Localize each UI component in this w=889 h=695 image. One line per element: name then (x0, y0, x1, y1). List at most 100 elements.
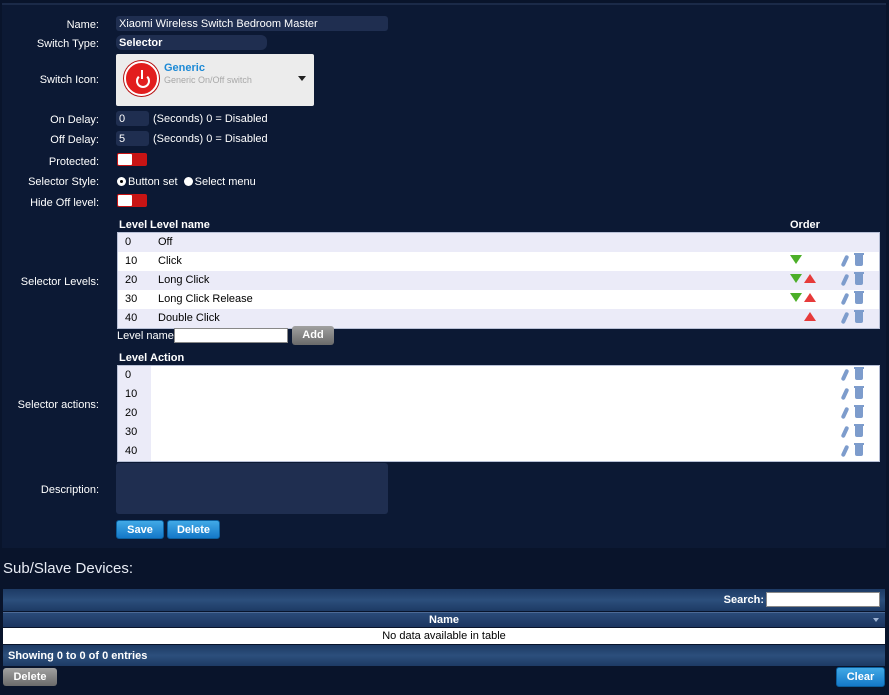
action-level: 20 (125, 407, 138, 419)
move-up-icon[interactable] (804, 293, 816, 302)
column-name-label: Name (429, 614, 459, 626)
level-value: 0 (125, 236, 132, 248)
level-name: Click (158, 255, 182, 267)
on-delay-note: (Seconds) 0 = Disabled (153, 113, 268, 125)
off-delay-label: Off Delay: (50, 134, 99, 146)
icon-subtitle: Generic On/Off switch (164, 75, 252, 85)
sub-delete-button[interactable]: Delete (3, 668, 57, 686)
add-level-button[interactable]: Add (292, 326, 334, 345)
move-up-icon[interactable] (804, 312, 816, 321)
power-icon (124, 61, 159, 96)
action-level: 0 (125, 369, 132, 381)
table-row: 30 (118, 423, 879, 442)
trash-icon[interactable] (854, 272, 864, 285)
switch-icon-label: Switch Icon: (39, 74, 99, 86)
edit-icon[interactable] (840, 311, 850, 325)
selector-levels-label: Selector Levels: (20, 276, 99, 288)
level-value: 30 (125, 293, 138, 305)
switch-icon-select[interactable]: Generic Generic On/Off switch (116, 54, 314, 106)
sub-devices-title: Sub/Slave Devices: (3, 560, 134, 577)
level-value: 20 (125, 274, 138, 286)
device-edit-panel: Name: Xiaomi Wireless Switch Bedroom Mas… (2, 3, 886, 548)
name-input[interactable]: Xiaomi Wireless Switch Bedroom Master (116, 16, 388, 31)
edit-icon[interactable] (840, 368, 850, 382)
edit-icon[interactable] (840, 387, 850, 401)
levels-col-order: Order (790, 219, 820, 231)
edit-icon[interactable] (840, 425, 850, 439)
description-textarea[interactable] (116, 463, 388, 514)
table-row: 30 Long Click Release (118, 290, 879, 309)
search-label: Search: (723, 594, 764, 606)
protected-toggle[interactable] (117, 153, 147, 166)
table-info: Showing 0 to 0 of 0 entries (8, 650, 148, 662)
clear-button[interactable]: Clear (836, 667, 885, 687)
level-value: 10 (125, 255, 138, 267)
table-row: 0 Off (118, 233, 879, 252)
radio-select-menu-label[interactable]: Select menu (195, 176, 256, 188)
trash-icon[interactable] (854, 443, 864, 456)
levels-col-name: Level name (150, 219, 210, 231)
switch-type-select[interactable]: Selector (116, 35, 267, 50)
trash-icon[interactable] (854, 405, 864, 418)
move-down-icon[interactable] (790, 293, 802, 302)
action-level: 30 (125, 426, 138, 438)
trash-icon[interactable] (854, 291, 864, 304)
name-label: Name: (66, 19, 99, 31)
edit-icon[interactable] (840, 444, 850, 458)
sub-devices-table: Search: Name No data available in table … (3, 589, 885, 666)
radio-button-set[interactable] (117, 176, 126, 186)
delete-button[interactable]: Delete (167, 520, 220, 539)
edit-icon[interactable] (840, 254, 850, 268)
table-row: 10 Click (118, 252, 879, 271)
level-name-input[interactable] (174, 328, 288, 343)
on-delay-label: On Delay: (50, 114, 99, 126)
description-label: Description: (40, 484, 99, 496)
search-input[interactable] (766, 592, 880, 607)
save-button[interactable]: Save (116, 520, 164, 539)
switch-type-label: Switch Type: (36, 38, 99, 50)
level-name: Long Click (158, 274, 210, 286)
off-delay-input[interactable]: 5 (116, 131, 149, 146)
action-level: 40 (125, 445, 138, 457)
trash-icon[interactable] (854, 424, 864, 437)
hide-off-level-toggle[interactable] (117, 194, 147, 207)
selector-style-options: Button set Select menu (117, 176, 256, 188)
selector-actions-table: 0 10 20 30 40 (117, 365, 880, 462)
on-delay-input[interactable]: 0 (116, 111, 149, 126)
empty-row: No data available in table (3, 628, 885, 644)
edit-icon[interactable] (840, 273, 850, 287)
level-name: Off (158, 236, 173, 248)
edit-icon[interactable] (840, 406, 850, 420)
column-header-name[interactable]: Name (3, 612, 885, 627)
edit-icon[interactable] (840, 292, 850, 306)
move-up-icon[interactable] (804, 274, 816, 283)
table-row: 40 Double Click (118, 309, 879, 328)
move-down-icon[interactable] (790, 255, 802, 264)
icon-title: Generic (164, 62, 205, 74)
protected-label: Protected: (48, 156, 99, 168)
trash-icon[interactable] (854, 367, 864, 380)
levels-col-level: Level (119, 219, 148, 231)
actions-col-action: Action (150, 352, 185, 364)
table-footer: Showing 0 to 0 of 0 entries (3, 645, 885, 666)
sort-icon (873, 618, 879, 622)
table-toolbar: Search: (3, 589, 885, 611)
radio-select-menu[interactable] (183, 176, 193, 186)
trash-icon[interactable] (854, 386, 864, 399)
chevron-down-icon (298, 76, 306, 81)
table-row: 20 Long Click (118, 271, 879, 290)
table-row: 10 (118, 385, 879, 404)
trash-icon[interactable] (854, 310, 864, 323)
table-row: 0 (118, 366, 879, 385)
move-down-icon[interactable] (790, 274, 802, 283)
action-level: 10 (125, 388, 138, 400)
level-name-label: Level name: (117, 330, 177, 342)
table-row: 20 (118, 404, 879, 423)
trash-icon[interactable] (854, 253, 864, 266)
radio-button-set-label[interactable]: Button set (128, 176, 178, 188)
level-name: Double Click (158, 312, 220, 324)
selector-actions-label: Selector actions: (17, 399, 99, 411)
level-value: 40 (125, 312, 138, 324)
selector-style-label: Selector Style: (28, 176, 99, 188)
selector-levels-table: 0 Off 10 Click 20 Long Click 30 Long Cli… (117, 232, 880, 329)
